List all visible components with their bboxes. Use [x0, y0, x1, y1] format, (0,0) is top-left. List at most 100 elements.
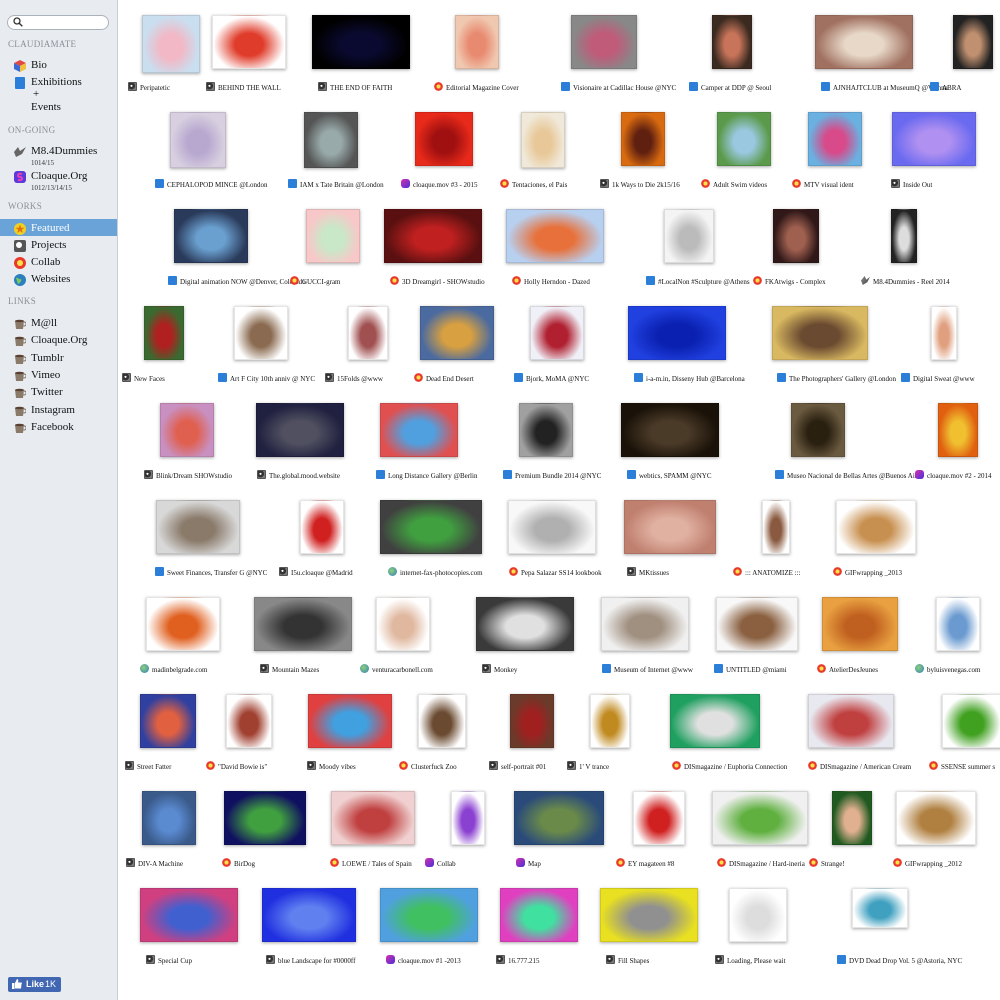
work-thumbnail[interactable] — [174, 209, 248, 263]
work-caption[interactable]: I5u.cloaque @Madrid — [279, 567, 353, 578]
work-caption[interactable]: Holly Herndon - Dazed — [512, 276, 590, 287]
work-tile[interactable]: Mountain Mazes — [254, 597, 352, 681]
work-thumbnail[interactable] — [628, 306, 726, 360]
work-tile[interactable]: Long Distance Gallery @Berlin — [376, 403, 477, 487]
work-thumbnail[interactable] — [146, 597, 220, 651]
work-tile[interactable]: CEPHALOPOD MINCE @London — [155, 112, 268, 196]
work-thumbnail[interactable] — [852, 888, 908, 928]
work-tile[interactable]: Museo Nacional de Bellas Artes @Buenos A… — [775, 403, 923, 487]
work-thumbnail[interactable] — [308, 694, 392, 748]
work-thumbnail[interactable] — [729, 888, 787, 942]
work-caption[interactable]: GIFwrapping _2013 — [833, 567, 902, 578]
work-tile[interactable]: GIFwrapping _2012 — [893, 791, 986, 875]
work-thumbnail[interactable] — [712, 15, 752, 69]
work-caption[interactable]: BirDog — [222, 858, 255, 869]
work-caption[interactable]: Map — [516, 858, 541, 869]
work-thumbnail[interactable] — [380, 403, 458, 457]
work-caption[interactable]: EY magateen #8 — [616, 858, 674, 869]
work-tile[interactable]: madinbelgrade.com — [140, 597, 236, 681]
work-caption[interactable]: #LocalNon #Sculpture @Athens — [646, 276, 750, 287]
work-thumbnail[interactable] — [420, 306, 494, 360]
work-thumbnail[interactable] — [716, 597, 798, 651]
work-thumbnail[interactable] — [312, 15, 410, 69]
work-caption[interactable]: Inside Out — [891, 179, 932, 190]
work-thumbnail[interactable] — [226, 694, 272, 748]
work-tile[interactable]: 3D Dreamgirl - SHOWstudio — [384, 209, 485, 293]
work-thumbnail[interactable] — [808, 112, 862, 166]
work-tile[interactable]: LOEWE / Tales of Spain — [330, 791, 421, 875]
work-thumbnail[interactable] — [762, 500, 790, 554]
work-tile[interactable]: The Photographers' Gallery @London — [772, 306, 896, 390]
work-tile[interactable]: #LocalNon #Sculpture @Athens — [646, 209, 754, 293]
work-caption[interactable]: venturacarbonell.com — [360, 664, 433, 675]
work-thumbnail[interactable] — [140, 888, 238, 942]
work-tile[interactable]: Pepa Salazar SS14 lookbook — [508, 500, 602, 584]
work-tile[interactable]: Editorial Magazine Cover — [434, 15, 545, 99]
work-tile[interactable]: GUCCI-gram — [290, 209, 396, 293]
work-caption[interactable]: Museo Nacional de Bellas Artes @Buenos A… — [775, 470, 923, 481]
work-tile[interactable]: Museum of Internet @www — [601, 597, 693, 681]
work-caption[interactable]: Adult Swim videos — [701, 179, 767, 190]
work-thumbnail[interactable] — [773, 209, 819, 263]
work-thumbnail[interactable] — [304, 112, 358, 168]
work-tile[interactable]: DVD Dead Drop Vol. 5 @Astoria, NYC — [837, 888, 962, 972]
work-thumbnail[interactable] — [891, 209, 917, 263]
work-caption[interactable]: Tentaciones, el Pais — [500, 179, 567, 190]
work-thumbnail[interactable] — [621, 403, 719, 457]
work-thumbnail[interactable] — [624, 500, 716, 554]
work-tile[interactable]: DISmagazine / Euphoria Connection — [670, 694, 787, 778]
work-thumbnail[interactable] — [931, 306, 957, 360]
work-caption[interactable]: byluisvenegas.com — [915, 664, 980, 675]
work-caption[interactable]: Bjork, MoMA @NYC — [514, 373, 589, 384]
work-caption[interactable]: The Photographers' Gallery @London — [777, 373, 896, 384]
work-tile[interactable]: UNTITLED @miami — [714, 597, 806, 681]
work-tile[interactable]: MTV visual ident — [792, 112, 898, 196]
work-caption[interactable]: cloaque.mov #2 - 2014 — [915, 470, 992, 481]
work-tile[interactable]: venturacarbonell.com — [360, 597, 466, 681]
work-caption[interactable]: DISmagazine / Hard-ineria — [717, 858, 805, 869]
work-tile[interactable]: Monkey — [476, 597, 574, 681]
work-caption[interactable]: IAM x Tate Britain @London — [288, 179, 384, 190]
work-thumbnail[interactable] — [262, 888, 356, 942]
work-caption[interactable]: madinbelgrade.com — [140, 664, 207, 675]
work-thumbnail[interactable] — [142, 791, 196, 845]
work-thumbnail[interactable] — [380, 500, 482, 554]
work-caption[interactable]: webtics, SPAMM @NYC — [627, 470, 712, 481]
work-thumbnail[interactable] — [348, 306, 388, 360]
work-tile[interactable]: Camper at DDP @ Seoul — [689, 15, 802, 99]
work-tile[interactable]: DISmagazine / American Cream — [808, 694, 911, 778]
work-thumbnail[interactable] — [892, 112, 976, 166]
work-thumbnail[interactable] — [808, 694, 894, 748]
work-tile[interactable]: THE END OF FAITH — [312, 15, 410, 99]
work-tile[interactable]: blue Landscape for #0000ff — [262, 888, 356, 972]
work-caption[interactable]: CEPHALOPOD MINCE @London — [155, 179, 268, 190]
work-caption[interactable]: MTV visual ident — [792, 179, 854, 190]
work-thumbnail[interactable] — [455, 15, 499, 69]
work-tile[interactable]: Blink/Dream SHOWstudio — [144, 403, 250, 487]
work-tile[interactable]: Special Cup — [140, 888, 238, 972]
work-caption[interactable]: 15Folds @www — [325, 373, 383, 384]
work-thumbnail[interactable] — [300, 500, 344, 554]
work-caption[interactable]: 1' V trance — [567, 761, 609, 772]
work-tile[interactable]: i-a-m.in, Disseny Hub @Barcelona — [628, 306, 745, 390]
work-tile[interactable]: Dead End Desert — [414, 306, 510, 390]
work-caption[interactable]: cloaque.mov #1 -2013 — [386, 955, 461, 966]
work-tile[interactable]: internet-fax-photocopies.com — [380, 500, 483, 584]
work-thumbnail[interactable] — [254, 597, 352, 651]
work-tile[interactable]: AJNHAJTCLUB at MuseumQ @Vienna — [815, 15, 948, 99]
work-caption[interactable]: Museum of Internet @www — [602, 664, 693, 675]
work-thumbnail[interactable] — [942, 694, 1000, 748]
work-caption[interactable]: Moody vibes — [307, 761, 356, 772]
work-caption[interactable]: The.global.mood.website — [257, 470, 340, 481]
work-tile[interactable]: BEHIND THE WALL — [206, 15, 302, 99]
work-caption[interactable]: DVD Dead Drop Vol. 5 @Astoria, NYC — [837, 955, 962, 966]
work-thumbnail[interactable] — [832, 791, 872, 845]
work-tile[interactable]: Moody vibes — [307, 694, 398, 778]
work-tile[interactable]: Bjork, MoMA @NYC — [514, 306, 620, 390]
work-caption[interactable]: Loading, Please wait — [715, 955, 786, 966]
work-caption[interactable]: Fill Shapes — [606, 955, 649, 966]
work-thumbnail[interactable] — [601, 597, 689, 651]
work-thumbnail[interactable] — [384, 209, 482, 263]
work-tile[interactable]: cloaque.mov #1 -2013 — [380, 888, 478, 972]
work-tile[interactable]: IAM x Tate Britain @London — [288, 112, 394, 196]
